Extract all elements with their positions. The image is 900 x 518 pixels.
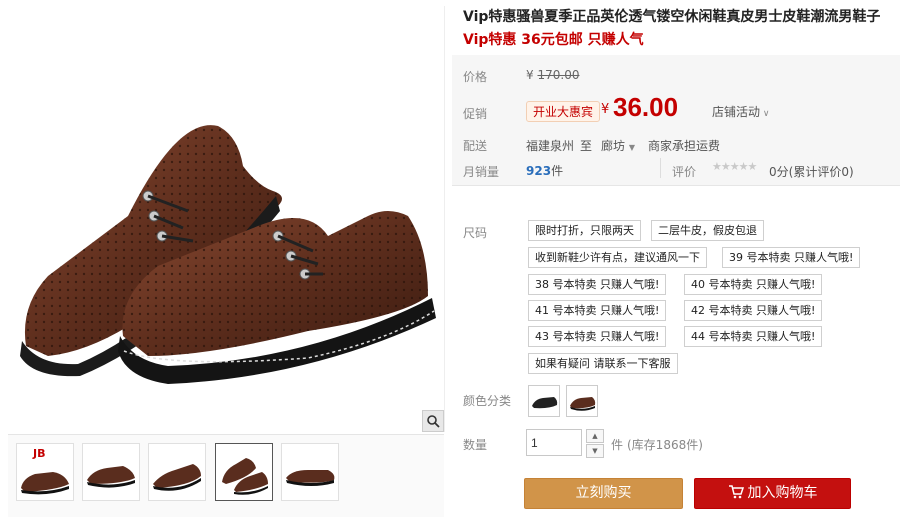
zoom-button[interactable] [422, 410, 444, 432]
quantity-increase-button[interactable]: ▲ [586, 429, 604, 443]
rating-text: 0分(累计评价0) [769, 165, 854, 179]
shoe-photo [20, 125, 436, 384]
color-swatch-brown[interactable] [566, 385, 598, 417]
size-option-38[interactable]: 38 号本特卖 只赚人气哦! [528, 274, 667, 295]
sales-count: 923 [526, 164, 552, 178]
size-option-39[interactable]: 39 号本特卖 只赚人气哦! [722, 247, 861, 268]
size-option-44[interactable]: 44 号本特卖 只赚人气哦! [684, 326, 823, 347]
size-option-40[interactable]: 40 号本特卖 只赚人气哦! [684, 274, 823, 295]
brand-logo: JB [33, 447, 46, 460]
product-title: Vip特惠骚兽夏季正品英伦透气镂空休闲鞋真皮男士皮鞋潮流男鞋子 [463, 9, 881, 25]
size-option-43[interactable]: 43 号本特卖 只赚人气哦! [528, 326, 667, 347]
delivery-to-word: 至 [580, 139, 593, 153]
thumbnail-2[interactable] [82, 443, 140, 501]
rating-stars: ★★★★★ [712, 160, 757, 173]
size-option-42[interactable]: 42 号本特卖 只赚人气哦! [684, 300, 823, 321]
main-product-image [8, 6, 445, 432]
thumbnail-strip: JB [8, 434, 444, 517]
original-price-value: 170.00 [537, 68, 580, 82]
promo-currency: ¥ [601, 102, 610, 117]
delivery-from: 福建泉州 [526, 139, 575, 153]
thumbnail-4-selected[interactable] [215, 443, 273, 501]
add-to-cart-button[interactable]: 加入购物车 [694, 478, 851, 509]
divider [660, 158, 661, 178]
size-label: 尺码 [463, 226, 488, 240]
thumbnail-3[interactable] [148, 443, 206, 501]
add-to-cart-label: 加入购物车 [747, 485, 818, 501]
sales-count-wrap: 923件 [526, 162, 563, 179]
thumbnail-5[interactable] [281, 443, 339, 501]
size-option-3[interactable]: 收到新鞋少许有点，建议通风一下 [528, 247, 707, 268]
stock-text: (库存1868件) [627, 438, 703, 452]
size-option-1[interactable]: 限时打折，只限两天 [528, 220, 641, 241]
delivery-fee: 商家承担运费 [648, 139, 721, 153]
thumbnail-1[interactable]: JB [16, 443, 74, 501]
size-option-2[interactable]: 二层牛皮，假皮包退 [651, 220, 764, 241]
quantity-input[interactable] [526, 429, 582, 456]
buy-now-button[interactable]: 立刻购买 [524, 478, 683, 509]
delivery-city-select[interactable]: 廊坊 ▼ [601, 137, 635, 154]
price-label: 价格 [463, 70, 488, 84]
color-label: 颜色分类 [463, 394, 512, 408]
promo-tag: 开业大惠宾 [526, 101, 601, 122]
shop-activity-dropdown[interactable]: 店铺活动 ∨ [712, 103, 769, 120]
color-swatch-black[interactable] [528, 385, 560, 417]
magnifier-icon [427, 415, 440, 428]
promo-label: 促销 [463, 107, 488, 121]
caret-down-icon: ▼ [628, 143, 635, 152]
quantity-unit: 件 [611, 438, 624, 452]
delivery-city: 廊坊 [601, 139, 626, 153]
buy-now-label: 立刻购买 [575, 485, 632, 501]
currency-symbol: ¥ [526, 68, 534, 82]
cart-icon [728, 485, 744, 499]
review-label: 评价 [672, 165, 697, 179]
original-price: ¥ 170.00 [526, 68, 579, 82]
sales-unit: 件 [551, 164, 564, 178]
quantity-label: 数量 [463, 438, 488, 452]
size-option-contact[interactable]: 如果有疑问 请联系一下客服 [528, 353, 678, 374]
promo-price: 36.00 [613, 92, 679, 122]
quantity-decrease-button[interactable]: ▼ [586, 444, 604, 458]
delivery-label: 配送 [463, 139, 488, 153]
product-subtitle: Vip特惠 36元包邮 只赚人气 [463, 32, 644, 48]
shop-activity-label: 店铺活动 [712, 105, 761, 119]
size-option-41[interactable]: 41 号本特卖 只赚人气哦! [528, 300, 667, 321]
chevron-down-icon: ∨ [760, 109, 770, 119]
sales-label: 月销量 [463, 165, 500, 179]
